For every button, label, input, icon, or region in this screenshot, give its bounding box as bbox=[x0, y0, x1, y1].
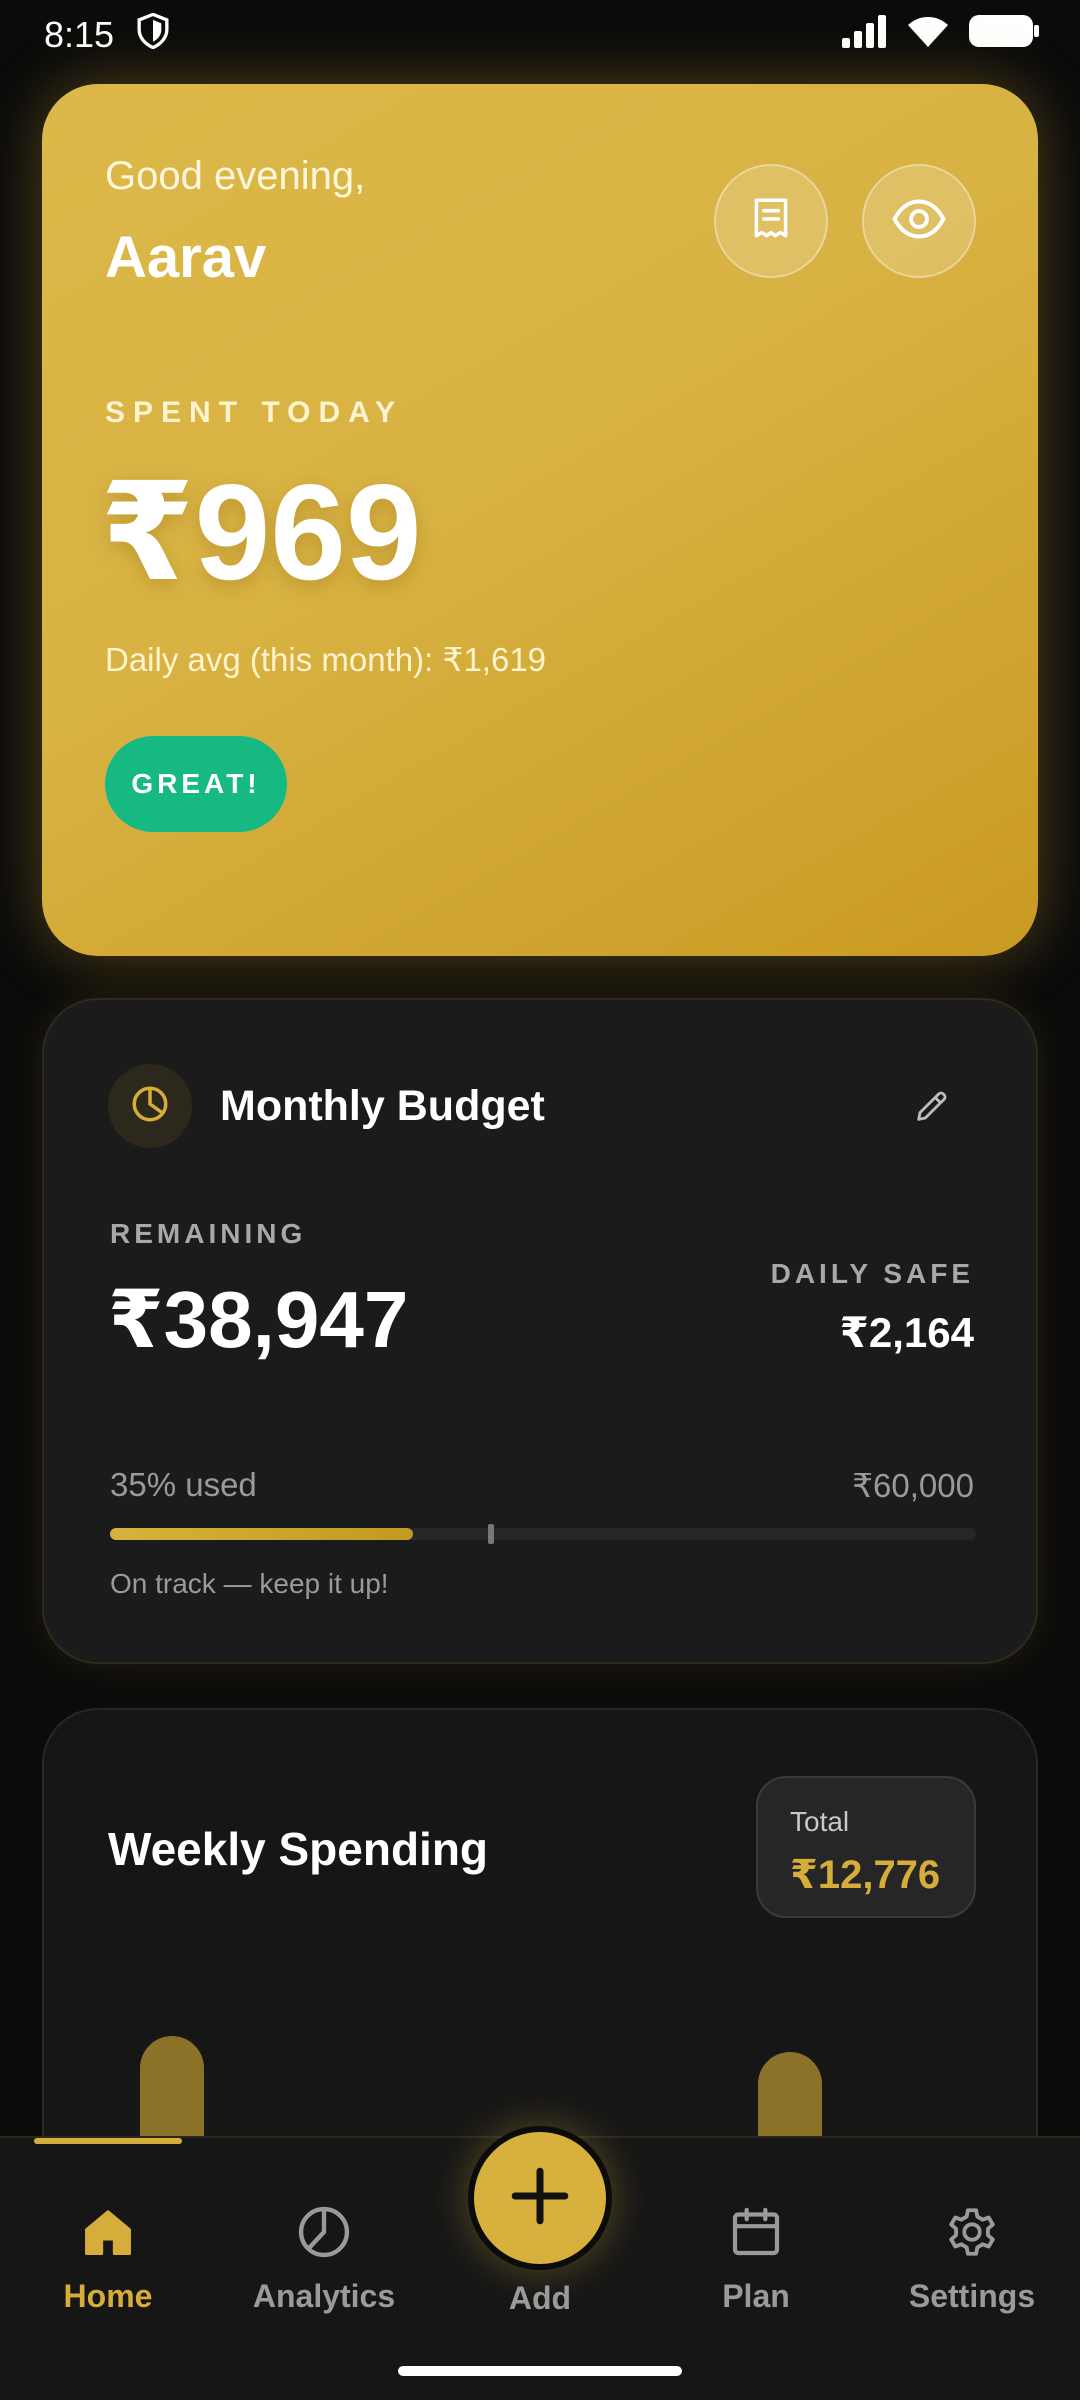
nav-settings-label: Settings bbox=[908, 2278, 1036, 2314]
status-time: 8:15 bbox=[44, 14, 115, 55]
budget-title: Monthly Budget bbox=[220, 1082, 545, 1130]
weekly-total-box: Total ₹12,776 bbox=[756, 1776, 976, 1918]
remaining-label: REMAINING bbox=[110, 1218, 307, 1249]
user-name: Aarav bbox=[105, 225, 267, 290]
greeting-text: Good evening, bbox=[105, 154, 366, 198]
pie-chart-icon bbox=[129, 1083, 171, 1130]
battery-icon bbox=[968, 13, 1040, 58]
receipt-icon bbox=[746, 194, 796, 249]
budget-progress-bar bbox=[110, 1524, 976, 1544]
wifi-icon bbox=[906, 14, 950, 57]
nav-analytics[interactable]: Analytics bbox=[224, 2198, 424, 2328]
nav-add-label: Add bbox=[508, 2280, 572, 2316]
budget-progress-fill bbox=[110, 1528, 414, 1540]
weekly-total-label: Total bbox=[790, 1806, 850, 1837]
eye-icon bbox=[891, 191, 947, 252]
status-badge: GREAT! bbox=[105, 736, 287, 832]
daily-safe-label: DAILY SAFE bbox=[770, 1258, 974, 1289]
spent-today-card: Good evening, Aarav SPENT TODAY ₹969 Dai… bbox=[42, 84, 1038, 956]
calendar-icon bbox=[732, 2207, 780, 2256]
add-expense-button[interactable] bbox=[468, 2126, 612, 2270]
budget-used-text: 35% used bbox=[110, 1466, 257, 1503]
gear-icon bbox=[949, 2208, 995, 2256]
status-bar: 8:15 bbox=[0, 0, 1080, 70]
nav-plan-label: Plan bbox=[722, 2278, 790, 2314]
daily-safe-amount: ₹2,164 bbox=[839, 1309, 974, 1356]
toggle-visibility-button[interactable] bbox=[862, 164, 976, 278]
budget-icon-container bbox=[108, 1064, 192, 1148]
expected-spend-marker bbox=[488, 1524, 495, 1544]
spent-today-amount: ₹969 bbox=[100, 456, 422, 608]
pie-chart-icon bbox=[298, 2206, 350, 2258]
edit-budget-button[interactable] bbox=[902, 1078, 962, 1138]
spent-today-label: SPENT TODAY bbox=[105, 396, 404, 429]
plus-icon bbox=[505, 2161, 575, 2236]
monthly-budget-card: Monthly Budget REMAINING ₹38,947 DAILY S… bbox=[42, 998, 1038, 1664]
status-right bbox=[842, 13, 1040, 58]
nav-home-label: Home bbox=[63, 2278, 153, 2314]
home-icon bbox=[85, 2210, 131, 2255]
status-left: 8:15 bbox=[44, 12, 170, 58]
weekly-total-amount: ₹12,776 bbox=[790, 1853, 941, 1897]
app-screen: 8:15 Good evening, Aarav SPENT TODAY ₹96… bbox=[0, 0, 1080, 2400]
weekly-title: Weekly Spending bbox=[108, 1823, 489, 1875]
signal-icon bbox=[842, 14, 888, 57]
home-gesture-handle[interactable] bbox=[398, 2366, 682, 2376]
pencil-icon bbox=[912, 1086, 952, 1131]
nav-plan[interactable]: Plan bbox=[656, 2198, 856, 2328]
daily-average-text: Daily avg (this month): ₹1,619 bbox=[105, 641, 547, 678]
shield-icon bbox=[136, 12, 170, 58]
budget-status-note: On track — keep it up! bbox=[110, 1568, 389, 1599]
receipts-button[interactable] bbox=[714, 164, 828, 278]
nav-home[interactable]: Home bbox=[8, 2198, 208, 2328]
active-tab-indicator bbox=[34, 2138, 182, 2144]
nav-analytics-label: Analytics bbox=[252, 2278, 396, 2314]
budget-total: ₹60,000 bbox=[852, 1467, 974, 1504]
remaining-amount: ₹38,947 bbox=[108, 1275, 409, 1364]
nav-settings[interactable]: Settings bbox=[872, 2198, 1072, 2328]
